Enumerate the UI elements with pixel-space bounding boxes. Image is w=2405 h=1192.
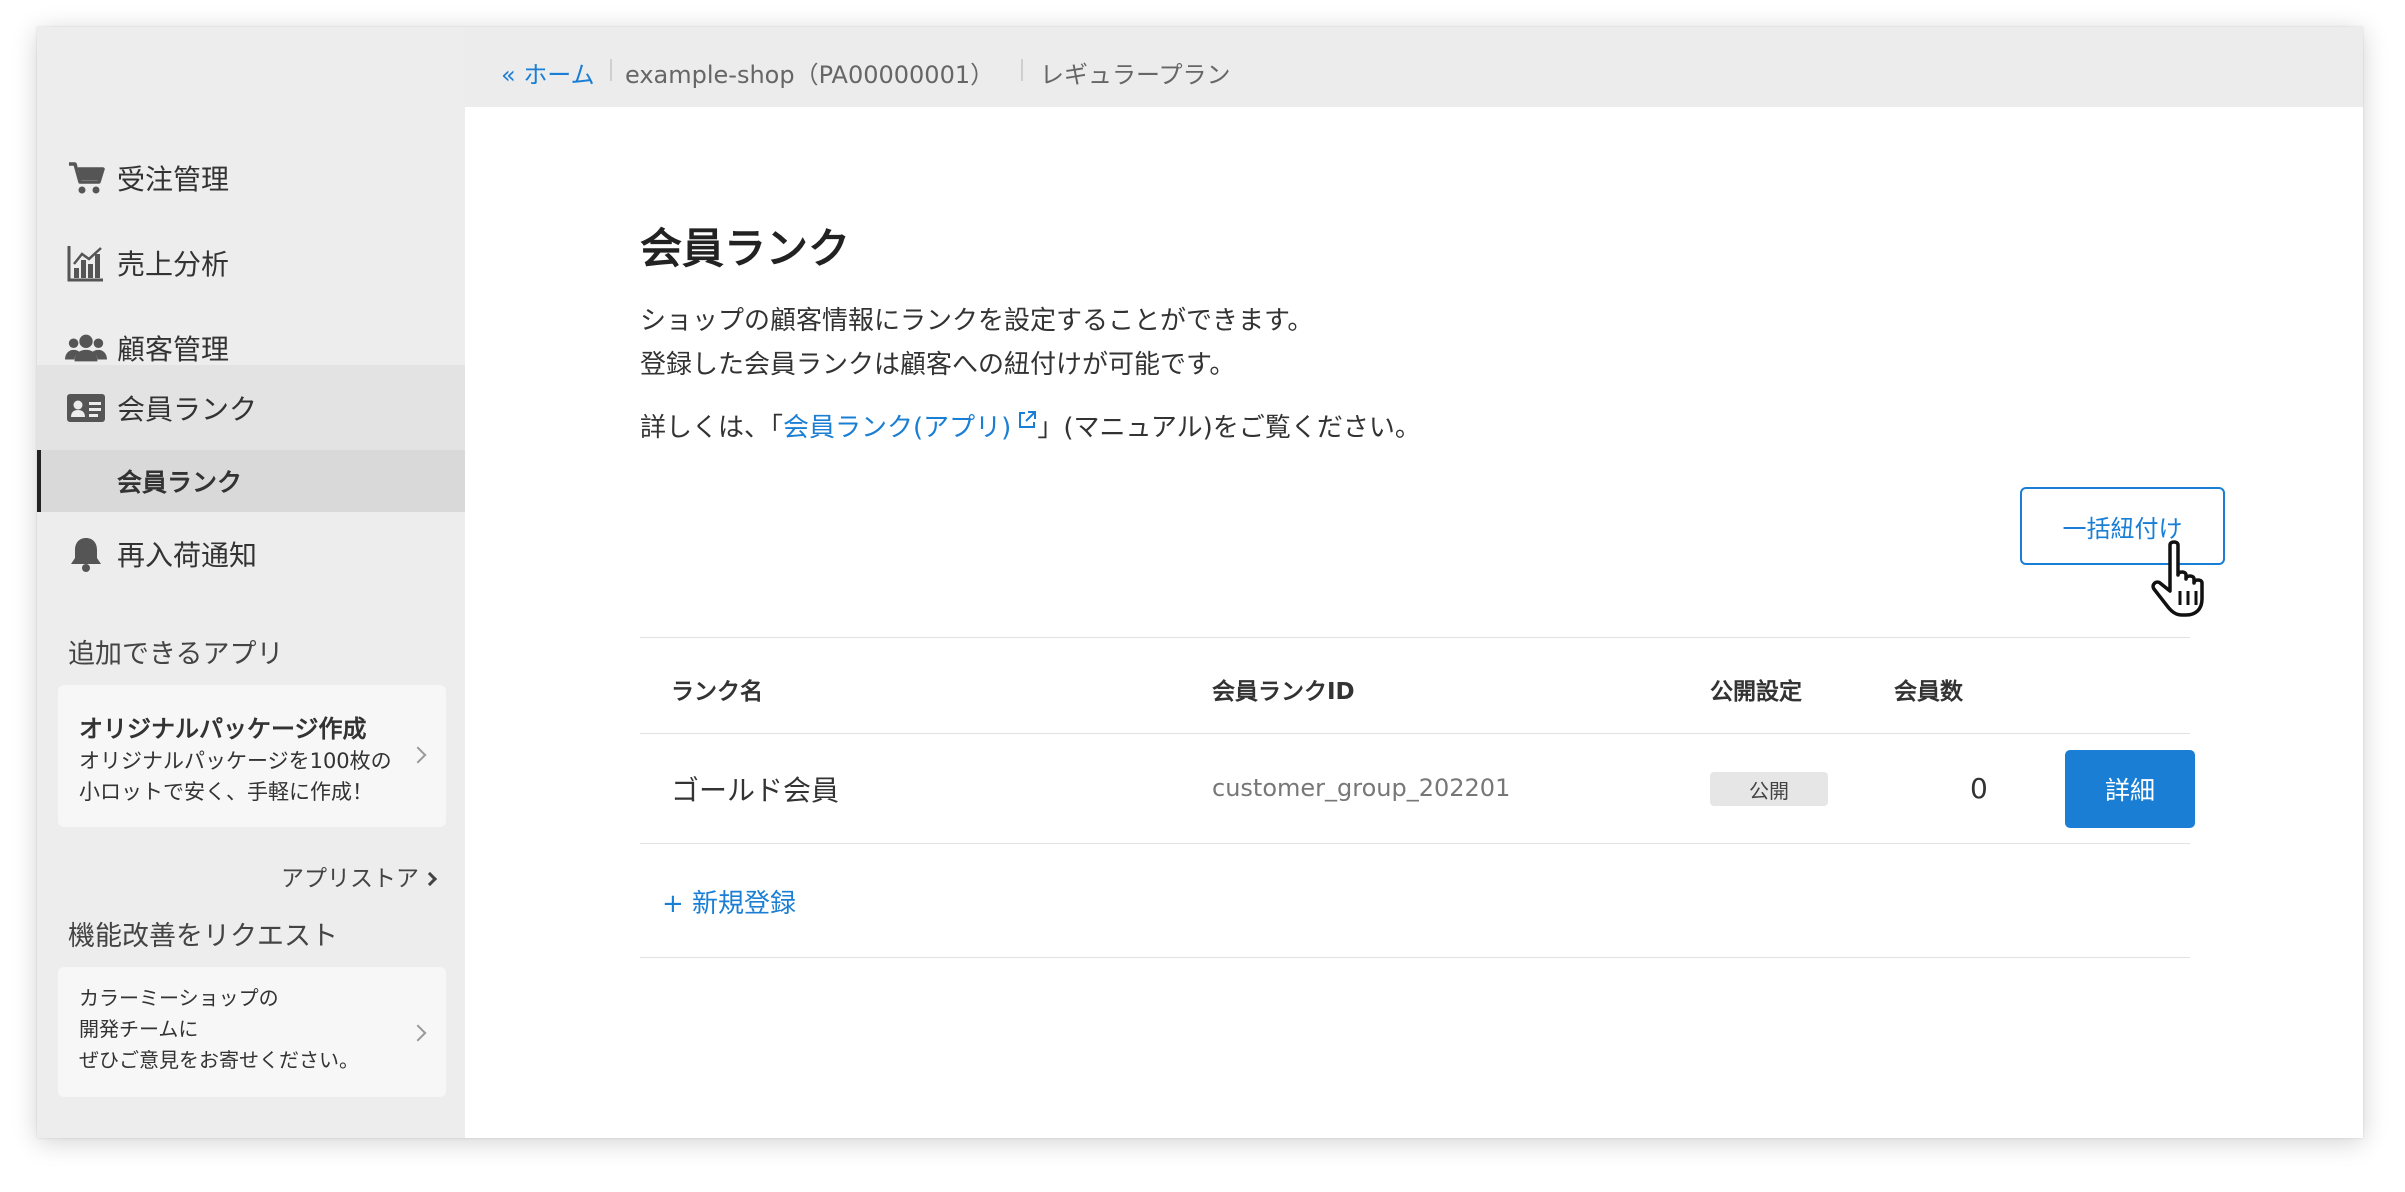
app-card-original-package[interactable]: オリジナルパッケージ作成 オリジナルパッケージを100枚の 小ロットで安く、手軽… <box>58 685 446 827</box>
sidebar-item-label: 受注管理 <box>117 163 230 196</box>
manual-reference: 詳しくは、「会員ランク(アプリ) 」(マニュアル)をご覧ください。 <box>640 407 1421 444</box>
manual-link-label: 会員ランク(アプリ) <box>783 413 1012 443</box>
column-header-rank-id: 会員ランクID <box>1212 679 1355 705</box>
users-icon <box>65 328 107 368</box>
column-header-rank-name: ランク名 <box>671 679 763 705</box>
page-description: 登録した会員ランクは顧客への紐付けが可能です。 <box>640 350 1236 380</box>
hand-pointer-cursor-icon <box>2148 539 2224 623</box>
sidebar-item-label: 再入荷通知 <box>117 539 258 572</box>
page-title: 会員ランク <box>640 224 851 273</box>
chevron-right-icon <box>422 871 438 887</box>
breadcrumb-divider <box>610 59 612 81</box>
sidebar-item-label: 売上分析 <box>117 248 230 281</box>
breadcrumb-plan: レギュラープラン <box>1040 61 1231 89</box>
cart-icon <box>65 158 107 198</box>
apps-section-title: 追加できるアプリ <box>68 639 284 670</box>
main-content: 会員ランク ショップの顧客情報にランクを設定することができます。 登録した会員ラ… <box>465 107 2363 1138</box>
breadcrumb-divider <box>1021 59 1023 81</box>
bell-icon <box>65 534 107 574</box>
column-header-visibility: 公開設定 <box>1710 679 1802 705</box>
column-header-member-count: 会員数 <box>1894 679 1963 705</box>
manual-reference-prefix: 詳しくは、「 <box>640 413 784 443</box>
manual-reference-suffix: 」(マニュアル)をご覧ください。 <box>1037 413 1421 443</box>
sidebar: 受注管理 売上分析 顧客管理 会員ランク 会員ランク 再入荷通知 追加できるアプ… <box>37 27 465 1138</box>
bar-chart-icon <box>65 243 107 283</box>
appstore-link-label: アプリストア <box>281 866 419 892</box>
sidebar-item-member-rank[interactable]: 会員ランク <box>37 365 465 450</box>
status-badge: 公開 <box>1710 772 1828 806</box>
manual-link[interactable]: 会員ランク(アプリ) <box>783 411 1037 443</box>
table-divider <box>640 843 2190 844</box>
table-divider <box>640 957 2190 958</box>
sidebar-item-label: 顧客管理 <box>117 333 230 366</box>
chevron-right-icon <box>409 746 427 764</box>
app-card-desc: オリジナルパッケージを100枚の <box>79 749 392 773</box>
request-section-title: 機能改善をリクエスト <box>68 921 338 952</box>
sidebar-item-sales[interactable]: 売上分析 <box>37 228 465 298</box>
table-divider <box>640 733 2190 734</box>
detail-button[interactable]: 詳細 <box>2065 750 2195 828</box>
sidebar-subitem-member-rank[interactable]: 会員ランク <box>37 450 465 512</box>
appstore-link[interactable]: アプリストア <box>281 859 438 893</box>
request-card-text: 開発チームに <box>79 1017 199 1041</box>
table-divider <box>640 637 2190 638</box>
request-card[interactable]: カラーミーショップの 開発チームに ぜひご意見をお寄せください。 <box>58 967 446 1097</box>
app-window: 受注管理 売上分析 顧客管理 会員ランク 会員ランク 再入荷通知 追加できるアプ… <box>37 27 2363 1138</box>
sidebar-item-label: 会員ランク <box>117 392 258 426</box>
breadcrumb-home-link[interactable]: « ホーム <box>501 55 595 90</box>
external-link-icon <box>1017 407 1037 437</box>
id-card-icon <box>65 388 107 428</box>
new-registration-link[interactable]: + 新規登録 <box>662 883 796 920</box>
rank-name-cell: ゴールド会員 <box>671 774 840 807</box>
app-card-title: オリジナルパッケージ作成 <box>79 715 367 743</box>
rank-id-cell: customer_group_202201 <box>1212 774 1511 802</box>
request-card-text: ぜひご意見をお寄せください。 <box>79 1048 359 1072</box>
breadcrumb: « ホーム example-shop（PA00000001） レギュラープラン <box>465 27 2363 107</box>
request-card-text: カラーミーショップの <box>79 986 279 1010</box>
chevron-right-icon <box>409 1024 427 1042</box>
sidebar-item-restock[interactable]: 再入荷通知 <box>37 519 465 589</box>
sidebar-item-orders[interactable]: 受注管理 <box>37 143 465 213</box>
breadcrumb-shop: example-shop（PA00000001） <box>625 61 995 89</box>
app-card-desc: 小ロットで安く、手軽に作成！ <box>79 780 373 804</box>
member-count-cell: 0 <box>1970 772 1988 805</box>
page-description: ショップの顧客情報にランクを設定することができます。 <box>640 306 1314 336</box>
sidebar-subitem-label: 会員ランク <box>117 468 243 497</box>
